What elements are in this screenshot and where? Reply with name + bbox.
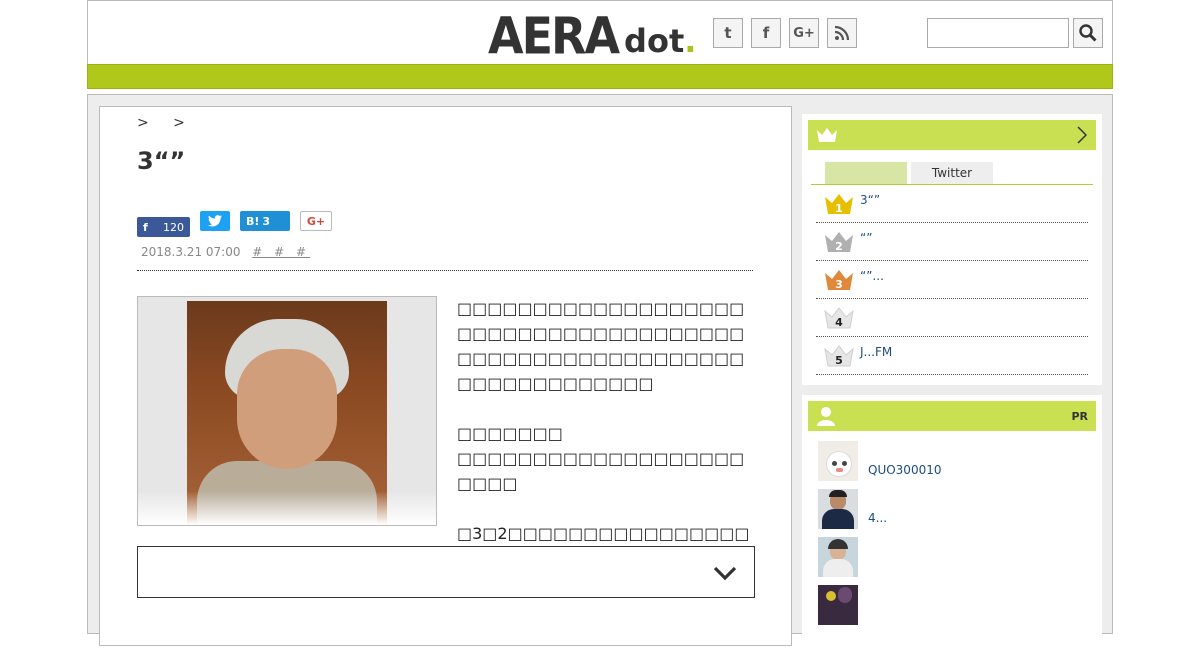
ranking-item-title[interactable]: 3“” <box>860 193 880 207</box>
pr-item-title[interactable]: 4... <box>868 511 887 525</box>
google-plus-button[interactable]: G+ <box>789 18 819 48</box>
pr-item[interactable] <box>818 585 1096 633</box>
social-links: t f G+ <box>713 18 857 48</box>
google-plus-share-button[interactable]: G+ <box>300 211 332 231</box>
page: AERA dot. t f G+ > > 3“” f 120 B! 3 G+ 2… <box>87 0 1113 646</box>
paragraph: □□□□□□□□□□□□□□□□□□□□□□□□□□□□□□□□□□□□□□□□… <box>457 299 745 393</box>
article-photo <box>137 296 437 526</box>
ranking-item-title[interactable]: “”... <box>860 269 884 283</box>
sidebar: Twitter 1 3“” 2 “” 3 “”... 4 5 J...FM PR… <box>802 114 1102 653</box>
search-input[interactable] <box>927 18 1069 48</box>
ranking-item-title[interactable]: “” <box>860 231 872 245</box>
article-tags[interactable]: # # # <box>252 245 310 259</box>
pr-thumbnail[interactable] <box>818 489 858 529</box>
google-plus-icon: G+ <box>306 214 326 228</box>
pr-item-title[interactable]: QUO300010 <box>868 463 941 477</box>
tab-ranking-access[interactable] <box>825 162 907 184</box>
logo-period: . <box>684 22 697 60</box>
facebook-share-button[interactable]: f 120 <box>137 217 190 237</box>
breadcrumb[interactable]: > > <box>137 115 195 131</box>
google-plus-icon: G+ <box>793 25 815 41</box>
search-button[interactable] <box>1073 18 1103 48</box>
hatena-label: B! <box>246 214 260 228</box>
twitter-icon: t <box>724 24 732 42</box>
pr-panel: PR QUO300010 4... <box>802 395 1102 643</box>
paragraph: □□□□□□□ □□□□□□□□□□□□□□□□□□□□□□□ <box>457 424 745 493</box>
logo-sub-text: dot <box>624 22 685 60</box>
logo-sub: dot. <box>624 21 696 61</box>
nav-bar <box>87 64 1113 89</box>
share-buttons: f 120 B! 3 G+ <box>137 211 332 237</box>
ranking-item-title[interactable]: J...FM <box>860 345 892 359</box>
rank-number: 2 <box>835 240 843 253</box>
rank-number: 4 <box>835 316 843 329</box>
content-frame: > > 3“” f 120 B! 3 G+ 2018.3.21 07:00 # … <box>87 94 1113 646</box>
ranking-item[interactable]: 4 <box>816 299 1088 337</box>
site-header: AERA dot. t f G+ <box>87 0 1113 64</box>
rank-number: 5 <box>835 354 843 367</box>
rank-number: 3 <box>835 278 843 291</box>
rank-4-crown-icon: 4 <box>824 307 854 329</box>
hatena-bookmark-button[interactable]: B! 3 <box>240 211 290 231</box>
ranking-item[interactable]: 2 “” <box>816 223 1088 261</box>
tab-ranking-twitter[interactable]: Twitter <box>911 162 993 184</box>
ranking-item[interactable]: 3 “”... <box>816 261 1088 299</box>
pr-list: QUO300010 4... <box>808 431 1096 633</box>
rss-icon <box>834 25 850 41</box>
twitter-share-button[interactable] <box>200 211 230 231</box>
facebook-icon: f <box>762 24 770 42</box>
article: > > 3“” f 120 B! 3 G+ 2018.3.21 07:00 # … <box>99 106 792 646</box>
facebook-button[interactable]: f <box>751 18 781 48</box>
rss-button[interactable] <box>827 18 857 48</box>
rank-2-crown-icon: 2 <box>825 232 853 253</box>
pr-label: PR <box>1071 409 1088 423</box>
ranking-item[interactable]: 1 3“” <box>816 185 1088 223</box>
pr-header: PR <box>808 401 1096 431</box>
photo-fade <box>138 491 436 525</box>
pr-item[interactable] <box>818 537 1096 585</box>
article-date: 2018.3.21 07:00 <box>141 245 241 259</box>
facebook-share-count: 120 <box>163 220 184 234</box>
rank-3-crown-icon: 3 <box>825 270 853 291</box>
pr-thumbnail[interactable] <box>818 441 858 481</box>
logo-main: AERA <box>488 6 620 66</box>
text-fade <box>455 501 755 527</box>
ranking-panel: Twitter 1 3“” 2 “” 3 “”... 4 5 J...FM <box>802 114 1102 385</box>
hatena-count: 3 <box>262 214 271 228</box>
rank-1-crown-icon: 1 <box>825 194 853 215</box>
portrait-face <box>237 349 337 469</box>
crown-icon <box>817 128 837 142</box>
pr-item[interactable]: QUO300010 <box>818 441 1096 489</box>
article-meta: 2018.3.21 07:00 # # # <box>141 245 310 259</box>
article-title: 3“” <box>137 147 186 175</box>
rank-number: 1 <box>835 202 843 215</box>
ranking-tabs: Twitter <box>825 162 1096 184</box>
ranking-header[interactable] <box>808 120 1096 150</box>
pr-thumbnail[interactable] <box>818 537 858 577</box>
person-icon <box>817 407 835 426</box>
search-icon <box>1079 24 1097 42</box>
twitter-button[interactable]: t <box>713 18 743 48</box>
divider <box>137 270 753 271</box>
ranking-item[interactable]: 5 J...FM <box>816 337 1088 375</box>
pr-item[interactable]: 4... <box>818 489 1096 537</box>
pr-thumbnail[interactable] <box>818 585 858 625</box>
site-logo[interactable]: AERA dot. <box>488 6 696 66</box>
twitter-bird-icon <box>208 215 222 227</box>
chevron-down-icon <box>713 566 737 581</box>
read-more-button[interactable] <box>137 546 755 598</box>
chevron-right-icon[interactable] <box>1076 126 1088 144</box>
rank-5-crown-icon: 5 <box>824 345 854 367</box>
facebook-icon: f <box>143 220 148 234</box>
